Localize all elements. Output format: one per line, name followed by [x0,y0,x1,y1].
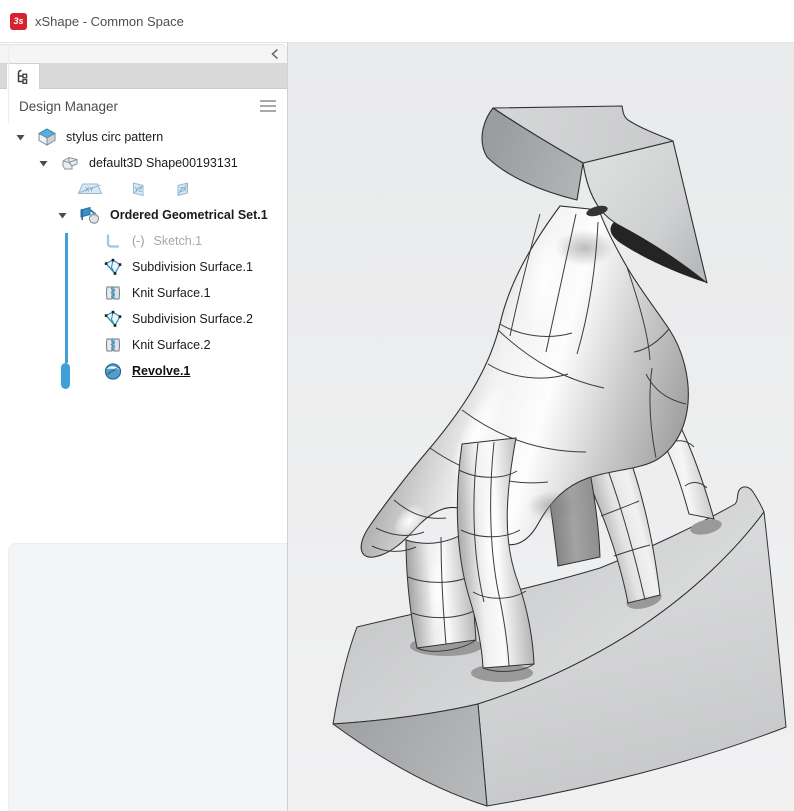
tree-item-knit2[interactable]: Knit Surface.2 [0,332,287,358]
tree-item-ogs[interactable]: Ordered Geometrical Set.1 [0,202,287,228]
tree-item-label: default3D Shape00193131 [89,157,238,170]
knit-icon [103,283,123,303]
sketch-icon [103,231,123,251]
tree-icon [13,67,33,87]
tree-item-label: Knit Surface.1 [132,287,211,300]
shape-icon [60,153,80,173]
panel-collapse-strip [0,44,287,63]
xshape-window: 3s xShape - Common Space [0,0,794,811]
feature-tree: stylus circ pattern default3D Shape001931… [0,124,287,543]
plane-xy-icon[interactable]: XY [77,179,103,199]
tree-item-subdiv2[interactable]: Subdivision Surface.2 [0,306,287,332]
svg-text:YZ: YZ [135,187,143,193]
revolve-icon [103,361,123,381]
tree-item-label: Sketch.1 [154,235,203,248]
panel-header: Design Manager [0,89,287,125]
ogs-icon [79,205,101,225]
expand-arrow[interactable] [39,159,48,168]
part-icon [37,127,57,147]
window-title: xShape - Common Space [35,14,184,29]
tab-design-tree[interactable] [6,63,40,90]
tree-item-label: Revolve.1 [132,365,190,378]
design-manager-panel: Design Manager stylus circ pattern defaul… [0,43,288,811]
title-bar: 3s xShape - Common Space [0,0,794,43]
app-logo-icon: 3s [10,13,27,30]
subdivision-icon [103,309,123,329]
tree-item-knit1[interactable]: Knit Surface.1 [0,280,287,306]
tree-item-sketch[interactable]: (-) Sketch.1 [0,228,287,254]
tree-item-label: Subdivision Surface.1 [132,261,253,274]
tree-item-label: stylus circ pattern [66,131,163,144]
sketch-status-prefix: (-) [132,234,145,248]
tree-item-subdiv1[interactable]: Subdivision Surface.1 [0,254,287,280]
plane-yz-icon[interactable]: YZ [128,179,148,199]
model-canvas [288,43,794,811]
tree-item-label: Ordered Geometrical Set.1 [110,209,268,222]
tree-item-root[interactable]: stylus circ pattern [0,124,287,150]
panel-tab-bar [0,63,287,89]
panel-menu-icon[interactable] [260,100,276,115]
tree-item-label: Knit Surface.2 [132,339,211,352]
expand-arrow[interactable] [58,211,67,220]
tree-item-planes[interactable]: XY YZ ZX [0,176,287,202]
expand-arrow[interactable] [16,133,25,142]
panel-bottom-area [8,543,287,811]
panel-title: Design Manager [19,99,118,114]
knit-icon [103,335,123,355]
viewport-3d[interactable] [288,43,794,811]
collapse-chevron-icon[interactable] [271,48,279,60]
tree-item-revolve[interactable]: Revolve.1 [0,358,287,384]
svg-text:ZX: ZX [179,187,187,193]
tree-item-label: Subdivision Surface.2 [132,313,253,326]
subdivision-icon [103,257,123,277]
tree-item-shape[interactable]: default3D Shape00193131 [0,150,287,176]
plane-zx-icon[interactable]: ZX [173,179,193,199]
svg-text:XY: XY [85,186,94,193]
